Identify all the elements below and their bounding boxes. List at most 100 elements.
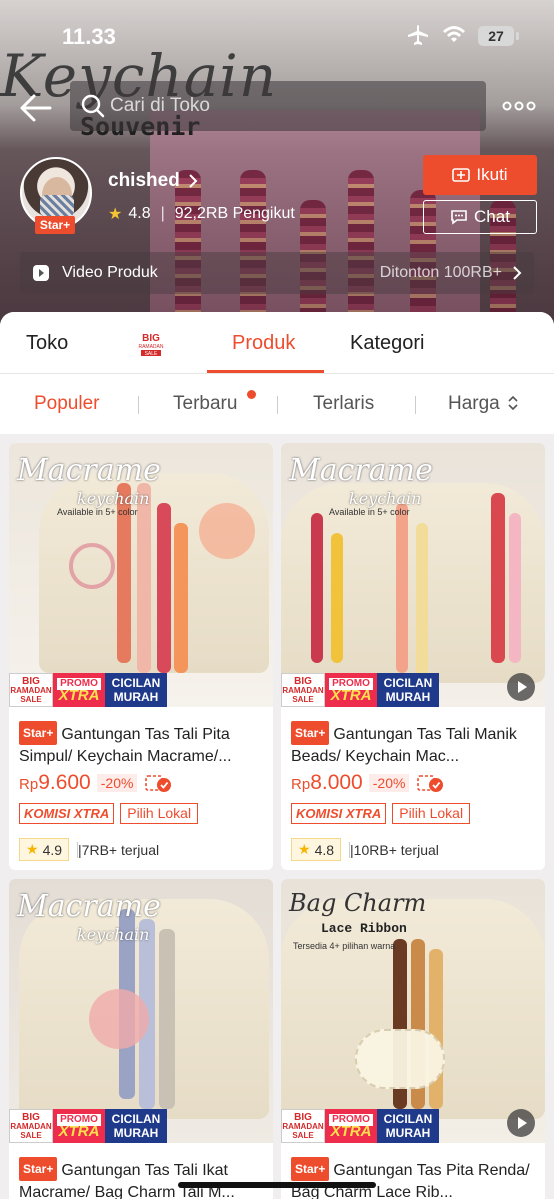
video-produk-row[interactable]: Video Produk Ditonton 100RB+: [20, 252, 534, 294]
product-image[interactable]: Macrame keychain BIG RAMADAN SALE PROMO XTR…: [9, 879, 273, 1143]
komisi-xtra-tag: KOMISI XTRA: [19, 803, 115, 824]
pilih-lokal-tag: Pilih Lokal: [392, 803, 471, 824]
tab-produk[interactable]: Produk: [232, 332, 295, 355]
sold-count: |10RB+ terjual: [349, 841, 439, 858]
product-image[interactable]: Bag Charm Lace Ribbon Tersedia 4+ piliha…: [281, 879, 545, 1143]
play-video-icon[interactable]: [507, 673, 535, 701]
follow-button[interactable]: Ikuti: [423, 155, 537, 195]
divider: [415, 396, 416, 414]
product-tags: KOMISI XTRA Pilih Lokal: [291, 803, 535, 824]
promo-big: BIG: [22, 1111, 40, 1123]
chat-button[interactable]: Chat: [423, 200, 537, 234]
star-plus-badge: Star+: [35, 216, 75, 234]
murah-text: MURAH: [385, 690, 431, 704]
star-icon: ★: [298, 841, 311, 857]
murah-text: MURAH: [113, 690, 159, 704]
promo-ramadan: RAMADAN: [282, 1121, 324, 1131]
sort-harga[interactable]: Harga: [448, 393, 519, 415]
product-title[interactable]: Star+ Gantungan Tas Tali Pita Simpul/ Key…: [19, 721, 263, 765]
discount-badge: -20%: [368, 774, 410, 792]
sort-populer[interactable]: Populer: [34, 393, 100, 415]
follow-label: Ikuti: [476, 165, 508, 184]
rating-badge: ★ 4.9: [19, 838, 70, 861]
product-title[interactable]: Star+ Gantungan Tas Tali Manik Beads/ Key…: [291, 721, 535, 765]
svg-text:SALE: SALE: [145, 351, 158, 357]
product-card[interactable]: Bag Charm Lace Ribbon Tersedia 4+ piliha…: [281, 879, 545, 1199]
divider: |: [160, 205, 165, 222]
airplane-icon: [408, 25, 428, 45]
promo-sale: SALE: [292, 1130, 314, 1140]
macrame-strand: [159, 929, 175, 1109]
chat-bubble-icon: [451, 210, 467, 225]
macrame-strand: [157, 503, 171, 673]
xtra-text: XTRA: [330, 687, 372, 704]
back-arrow-icon[interactable]: [16, 88, 56, 128]
product-title[interactable]: Star+ Gantungan Tas Pita Renda/ Bag Charm…: [291, 1157, 535, 1199]
product-image[interactable]: Macrame keychain Available in 5+ color B…: [9, 443, 273, 707]
cicilan-murah-label: CICILAN MURAH: [377, 1109, 439, 1143]
macrame-strand: [491, 493, 505, 663]
divider: [138, 396, 139, 414]
shop-content-panel: Toko BIG RAMADAN SALE Produk Kategori Po…: [0, 312, 554, 1199]
product-card[interactable]: Macrame keychain Available in 5+ color B…: [9, 443, 273, 870]
tab-toko[interactable]: Toko: [26, 332, 68, 355]
svg-text:RAMADAN: RAMADAN: [138, 344, 163, 350]
avatar-mask: [40, 195, 74, 217]
svg-text:BIG: BIG: [142, 333, 160, 344]
new-dot-badge: [247, 390, 256, 399]
discount-badge: -20%: [96, 774, 138, 792]
product-info: Star+ Gantungan Tas Tali Ikat Macrame/ Ba…: [9, 1143, 273, 1199]
voucher-check-icon: [145, 775, 172, 792]
sort-bar: Populer Terbaru Terlaris Harga: [0, 374, 554, 434]
shop-search-bar[interactable]: [70, 81, 486, 131]
cicilan-text: CICILAN: [111, 676, 161, 690]
promo-big: BIG: [22, 675, 40, 687]
active-tab-indicator: [207, 370, 324, 373]
promo-ramadan: RAMADAN: [282, 685, 324, 695]
promo-sale: SALE: [20, 1130, 42, 1140]
macrame-strand: [331, 533, 343, 663]
video-views: Ditonton 100RB+: [379, 264, 502, 281]
promo-big: BIG: [294, 1111, 312, 1123]
macrame-strand: [396, 503, 408, 673]
image-subtitle: keychain: [77, 489, 150, 508]
image-note: Tersedia 4+ pilihan warna: [293, 941, 396, 951]
shop-name-link[interactable]: chished: [108, 170, 198, 192]
status-bar: 11.33 27: [0, 0, 554, 70]
promo-strip: BIG RAMADAN SALE PROMO XTRA CICILAN MURAH: [9, 1109, 273, 1143]
more-options-icon[interactable]: [502, 96, 536, 116]
promo-xtra-label: PROMO XTRA: [325, 673, 377, 707]
tab-kategori[interactable]: Kategori: [350, 332, 425, 355]
shopee-video-icon: [33, 265, 49, 281]
product-title[interactable]: Star+ Gantungan Tas Tali Ikat Macrame/ Ba…: [19, 1157, 263, 1199]
star-icon: ★: [26, 841, 39, 857]
image-subtitle: keychain: [77, 925, 150, 944]
battery-indicator: 27: [478, 26, 519, 46]
product-info: Star+ Gantungan Tas Pita Renda/ Bag Charm…: [281, 1143, 545, 1199]
cicilan-murah-label: CICILAN MURAH: [377, 673, 439, 707]
product-card[interactable]: Macrame keychain BIG RAMADAN SALE PROMO XTR…: [9, 879, 273, 1199]
image-subtitle: Lace Ribbon: [321, 921, 407, 936]
product-image[interactable]: Macrame keychain Available in 5+ color B…: [281, 443, 545, 707]
image-note: Available in 5+ color: [329, 507, 410, 517]
big-ramadan-sale-icon[interactable]: BIG RAMADAN SALE: [134, 331, 168, 357]
xtra-text: XTRA: [58, 1123, 100, 1140]
image-title: Macrame: [289, 453, 433, 488]
chat-label: Chat: [474, 207, 510, 226]
product-card[interactable]: Macrame keychain Available in 5+ color B…: [281, 443, 545, 870]
promo-ramadan: RAMADAN: [10, 1121, 52, 1131]
image-title: Macrame: [17, 889, 161, 924]
sort-terlaris[interactable]: Terlaris: [313, 393, 374, 415]
home-indicator: [178, 1182, 376, 1188]
cicilan-murah-label: CICILAN MURAH: [105, 673, 167, 707]
sort-terbaru[interactable]: Terbaru: [173, 393, 237, 415]
rating-badge: ★ 4.8: [291, 838, 342, 861]
murah-text: MURAH: [113, 1126, 159, 1140]
play-video-icon[interactable]: [507, 1109, 535, 1137]
rating-row: ★ 4.9 |7RB+ terjual: [19, 838, 263, 861]
promo-strip: BIG RAMADAN SALE PROMO XTRA CICILAN MURAH: [281, 1109, 545, 1143]
search-input[interactable]: [110, 95, 470, 117]
sold-count: |7RB+ terjual: [77, 841, 160, 858]
rating-row: ★ 4.8 |10RB+ terjual: [291, 838, 535, 861]
price-value: 9.600: [38, 771, 91, 794]
